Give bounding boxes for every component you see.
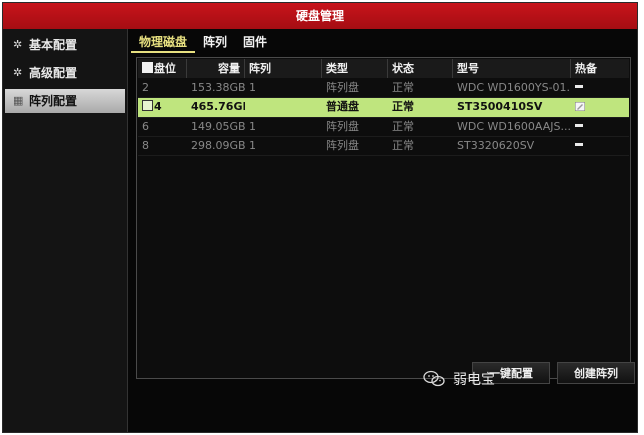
sidebar-item-advanced-config[interactable]: ✲ 高级配置 xyxy=(5,61,125,85)
cell-hot-spare[interactable] xyxy=(571,79,629,97)
cell-slot: 2 xyxy=(142,81,149,94)
gear-icon: ✲ xyxy=(13,38,23,51)
header-hot-spare: 热备 xyxy=(575,62,597,75)
cell-type: 普通盘 xyxy=(326,100,359,113)
cell-slot[interactable]: 4 xyxy=(138,98,187,116)
sidebar-item-array-config[interactable]: ▦ 阵列配置 xyxy=(5,89,125,113)
cell-model: WDC WD1600AAJS... xyxy=(457,120,571,133)
cell-array: 1 xyxy=(249,139,256,152)
header-status: 状态 xyxy=(388,59,453,78)
table-row[interactable]: 6 149.05GB 1 阵列盘 正常 WDC WD1600AAJS... xyxy=(138,118,629,137)
table-row-selected[interactable]: 4 465.76GB 普通盘 正常 ST3500410SV xyxy=(138,98,629,118)
table-row[interactable]: 2 153.38GB 1 阵列盘 正常 WDC WD1600YS-01... xyxy=(138,79,629,98)
tab-physical-disks[interactable]: 物理磁盘 xyxy=(131,33,196,53)
gear-icon: ✲ xyxy=(13,66,23,79)
cell-hot-spare[interactable] xyxy=(571,118,629,136)
header-slot[interactable]: 盘位 xyxy=(138,59,187,78)
cell-capacity: 465.76GB xyxy=(191,100,245,113)
disk-management-window: 硬盘管理 ✲ 基本配置 ✲ 高级配置 ▦ 阵列配置 物理磁盘 阵列 固件 盘位 … xyxy=(2,2,638,433)
cell-status: 正常 xyxy=(392,139,414,152)
table-header: 盘位 容量 阵列 类型 状态 型号 热备 xyxy=(138,59,629,78)
cell-status: 正常 xyxy=(392,100,414,113)
cell-model: WDC WD1600YS-01... xyxy=(457,81,571,94)
sidebar-item-label: 高级配置 xyxy=(29,66,78,80)
header-array: 阵列 xyxy=(245,59,322,78)
sidebar: ✲ 基本配置 ✲ 高级配置 ▦ 阵列配置 xyxy=(3,29,128,432)
cell-array xyxy=(245,98,322,116)
sidebar-item-label: 基本配置 xyxy=(29,38,78,52)
cell-slot: 6 xyxy=(142,120,149,133)
tab-array[interactable]: 阵列 xyxy=(195,33,235,53)
cell-model: ST3320620SV xyxy=(457,139,535,152)
cell-capacity: 149.05GB xyxy=(191,120,245,133)
row-checkbox[interactable] xyxy=(142,100,153,111)
watermark: 弱电宝 xyxy=(423,367,495,391)
table-body: 2 153.38GB 1 阵列盘 正常 WDC WD1600YS-01... 4… xyxy=(138,79,629,156)
dash-icon[interactable] xyxy=(575,124,583,127)
watermark-text: 弱电宝 xyxy=(453,372,495,388)
cell-hot-spare[interactable] xyxy=(571,137,629,155)
select-all-checkbox[interactable] xyxy=(142,62,153,73)
cell-array: 1 xyxy=(249,120,256,133)
tab-firmware[interactable]: 固件 xyxy=(235,33,275,53)
cell-model: ST3500410SV xyxy=(457,100,543,113)
cell-status: 正常 xyxy=(392,81,414,94)
array-icon: ▦ xyxy=(13,94,24,107)
cell-type: 阵列盘 xyxy=(326,139,359,152)
disk-table: 盘位 容量 阵列 类型 状态 型号 热备 2 153.38GB 1 阵列盘 正常… xyxy=(136,57,631,379)
main-panel: 物理磁盘 阵列 固件 盘位 容量 阵列 类型 状态 型号 热备 2 153.38… xyxy=(127,29,637,432)
cell-hot-spare[interactable] xyxy=(571,98,629,116)
cell-type: 阵列盘 xyxy=(326,81,359,94)
header-model: 型号 xyxy=(453,59,571,78)
header-capacity: 容量 xyxy=(187,59,245,78)
cell-type: 阵列盘 xyxy=(326,120,359,133)
cell-capacity: 153.38GB xyxy=(191,81,245,94)
wechat-icon xyxy=(423,370,445,387)
header-type: 类型 xyxy=(322,59,388,78)
cell-status: 正常 xyxy=(392,120,414,133)
window-title: 硬盘管理 xyxy=(3,3,637,29)
tab-bar: 物理磁盘 阵列 固件 xyxy=(131,33,275,53)
create-array-button[interactable]: 创建阵列 xyxy=(557,362,635,384)
sidebar-item-label: 阵列配置 xyxy=(29,94,78,108)
sidebar-item-basic-config[interactable]: ✲ 基本配置 xyxy=(5,33,125,57)
cell-slot: 8 xyxy=(142,139,149,152)
cell-capacity: 298.09GB xyxy=(191,139,245,152)
dash-icon[interactable] xyxy=(575,85,583,88)
cell-array: 1 xyxy=(249,81,256,94)
pencil-icon[interactable] xyxy=(575,102,585,111)
table-row[interactable]: 8 298.09GB 1 阵列盘 正常 ST3320620SV xyxy=(138,137,629,156)
dash-icon[interactable] xyxy=(575,143,583,146)
